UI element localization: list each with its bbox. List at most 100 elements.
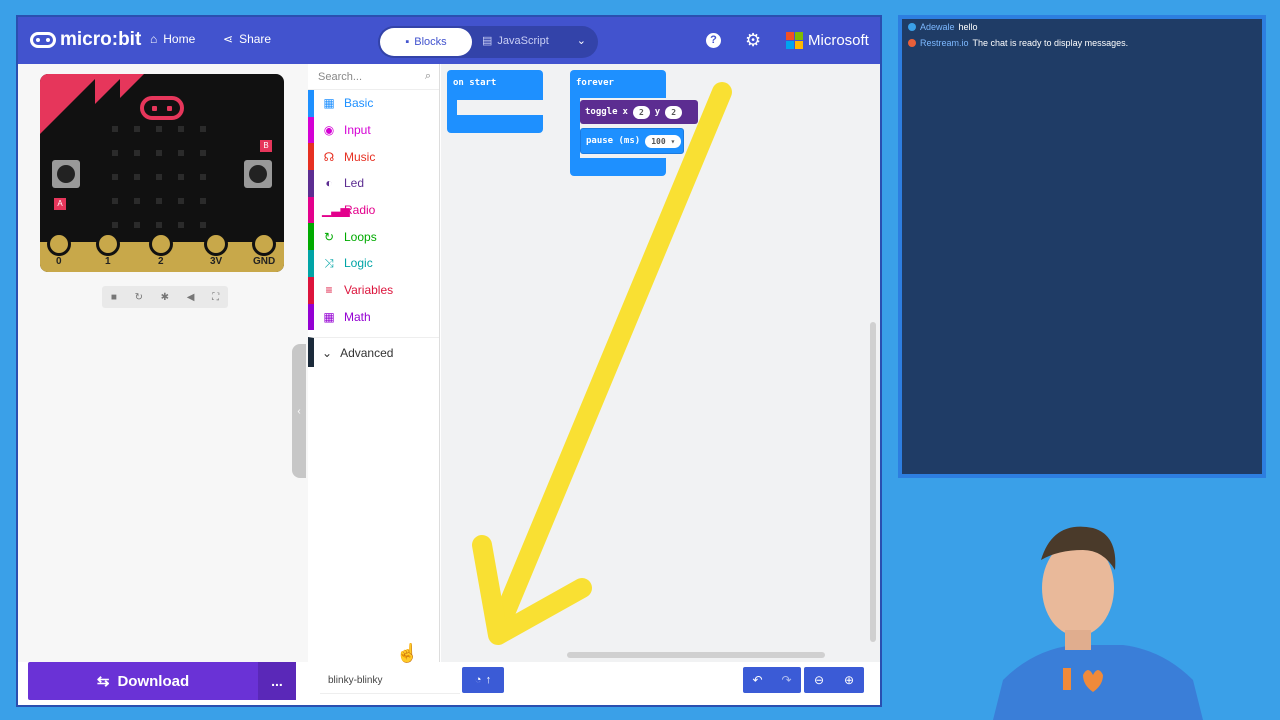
- download-button[interactable]: ⇆ Download ...: [28, 662, 296, 700]
- toggle-x-label: x: [622, 107, 628, 117]
- microsoft-squares-icon: [786, 32, 803, 49]
- board-logo[interactable]: [140, 96, 184, 120]
- pin-label: 1: [105, 256, 111, 267]
- category-logic[interactable]: ⤨ Logic: [308, 250, 439, 277]
- category-label: Input: [344, 123, 371, 138]
- restart-icon[interactable]: ↻: [135, 292, 143, 303]
- board-corner-decoration: [40, 74, 100, 134]
- pin-gnd[interactable]: [252, 232, 276, 256]
- vertical-scrollbar[interactable]: [870, 322, 876, 642]
- simulator-controls: ■ ↻ ✱ ◀ ⛶: [102, 286, 228, 308]
- microbit-icon: [30, 32, 56, 48]
- shuffle-icon: ⤨: [324, 255, 334, 270]
- chat-text: The chat is ready to display messages.: [972, 38, 1129, 48]
- zoom-out-icon[interactable]: ⊖: [804, 667, 834, 693]
- undo-icon[interactable]: ↶: [743, 667, 772, 693]
- collapse-simulator-button[interactable]: ‹: [292, 344, 306, 478]
- category-label: Variables: [344, 283, 394, 298]
- chevron-down-icon[interactable]: ⌄: [577, 34, 586, 47]
- microbit-logo[interactable]: micro:bit: [30, 29, 141, 51]
- zoom-in-icon[interactable]: ⊕: [834, 667, 864, 693]
- forever-block[interactable]: forever toggle x 2 y 2 pause (ms) 100 ▾: [570, 70, 698, 176]
- on-start-label: on start: [447, 70, 543, 100]
- horizontal-scrollbar[interactable]: [567, 652, 825, 658]
- microsoft-label: Microsoft: [808, 32, 869, 49]
- javascript-tab[interactable]: ▤ JavaScript: [482, 34, 549, 48]
- category-led[interactable]: ◐ Led: [308, 170, 439, 197]
- category-label: Loops: [344, 229, 377, 244]
- button-b[interactable]: [244, 160, 272, 188]
- toggle-label: toggle: [585, 107, 618, 117]
- category-loops[interactable]: ↻ Loops: [308, 223, 439, 251]
- search-placeholder: Search...: [318, 70, 363, 83]
- pin-2[interactable]: [149, 232, 173, 256]
- fullscreen-icon[interactable]: ⛶: [212, 292, 219, 303]
- category-label: Led: [344, 176, 365, 191]
- headphones-icon: ☊: [323, 149, 335, 164]
- blocks-workspace[interactable]: on start forever toggle x 2 y 2 pause (m…: [441, 64, 880, 662]
- chevron-left-icon: ‹: [297, 405, 301, 417]
- home-label: Home: [163, 32, 196, 46]
- pause-label: pause (ms): [586, 136, 641, 146]
- category-math[interactable]: ▦ Math: [308, 303, 439, 331]
- debug-icon[interactable]: ✱: [161, 292, 169, 303]
- bottom-bar: ⇆ Download ... blinky-blinky ◔ ↑ ↶ ↷ ⊖ ⊕: [18, 662, 880, 705]
- editor-toggle: ▪ Blocks ▤ JavaScript ⌄: [378, 26, 598, 58]
- help-icon[interactable]: ?: [706, 33, 721, 48]
- more-label: ...: [271, 673, 283, 689]
- block-body: [570, 96, 580, 166]
- button-a-label: A: [54, 198, 66, 210]
- pin-1[interactable]: [96, 232, 120, 256]
- pin-label: 3V: [210, 256, 223, 267]
- target-icon: ◉: [323, 123, 335, 138]
- category-label: Radio: [344, 203, 376, 218]
- more-options-button[interactable]: ...: [258, 662, 296, 700]
- download-main[interactable]: ⇆ Download: [28, 672, 258, 691]
- category-basic[interactable]: ▦ Basic: [308, 90, 439, 117]
- search-icon: ⌕: [424, 70, 431, 82]
- blocks-tab[interactable]: ▪ Blocks: [380, 28, 472, 56]
- microsoft-logo[interactable]: Microsoft: [786, 32, 869, 49]
- forever-label: forever: [570, 70, 666, 98]
- home-button[interactable]: ⌂ Home: [150, 32, 195, 46]
- button-a[interactable]: [52, 160, 80, 188]
- toggle-block[interactable]: toggle x 2 y 2: [580, 100, 698, 124]
- simulator-panel: A B 0 1 2 3V GND ■ ↻ ✱ ◀ ⛶ ‹: [18, 64, 308, 662]
- microbit-board[interactable]: A B 0 1 2 3V GND: [40, 74, 284, 272]
- category-label: Logic: [344, 256, 373, 271]
- pause-block[interactable]: pause (ms) 100 ▾: [580, 128, 684, 154]
- share-button[interactable]: ⋖ Share: [223, 32, 271, 46]
- board-corner-decoration: [120, 74, 144, 98]
- led-matrix: [112, 126, 206, 228]
- button-b-label: B: [260, 140, 272, 152]
- redo-icon[interactable]: ↷: [772, 667, 801, 693]
- chat-text: hello: [958, 22, 978, 32]
- javascript-label: JavaScript: [497, 34, 549, 47]
- category-music[interactable]: ☊ Music: [308, 143, 439, 171]
- chat-message: Restream.io The chat is ready to display…: [902, 35, 1262, 51]
- stop-icon[interactable]: ■: [111, 292, 117, 303]
- mouse-cursor-icon: ☝: [396, 643, 419, 663]
- gear-icon[interactable]: ⚙: [745, 30, 761, 51]
- toggle-x-input[interactable]: 2: [632, 105, 650, 119]
- search-input[interactable]: Search... ⌕: [308, 64, 439, 90]
- chat-message: Adewale hello: [902, 19, 1262, 35]
- share-icon: ⋖: [223, 32, 234, 46]
- github-button[interactable]: ◔ ↑: [462, 667, 504, 693]
- project-name-input[interactable]: blinky-blinky: [320, 668, 460, 694]
- project-name: blinky-blinky: [328, 675, 383, 686]
- pause-dropdown[interactable]: 100 ▾: [645, 134, 682, 148]
- download-label: Download: [117, 672, 190, 690]
- pin-3v[interactable]: [204, 232, 228, 256]
- category-input[interactable]: ◉ Input: [308, 116, 439, 144]
- chat-panel: Adewale hello Restream.io The chat is re…: [898, 15, 1266, 478]
- category-advanced[interactable]: ⌄ Advanced: [308, 337, 439, 368]
- mute-icon[interactable]: ◀: [187, 292, 195, 303]
- pin-0[interactable]: [47, 232, 71, 256]
- on-start-block[interactable]: on start: [447, 70, 543, 134]
- toggle-y-input[interactable]: 2: [665, 105, 683, 119]
- category-variables[interactable]: ≡ Variables: [308, 276, 439, 304]
- upload-arrow-icon: ↑: [485, 674, 492, 686]
- category-radio[interactable]: ▁▃▅ Radio: [308, 196, 439, 224]
- calculator-icon: ▦: [323, 309, 335, 324]
